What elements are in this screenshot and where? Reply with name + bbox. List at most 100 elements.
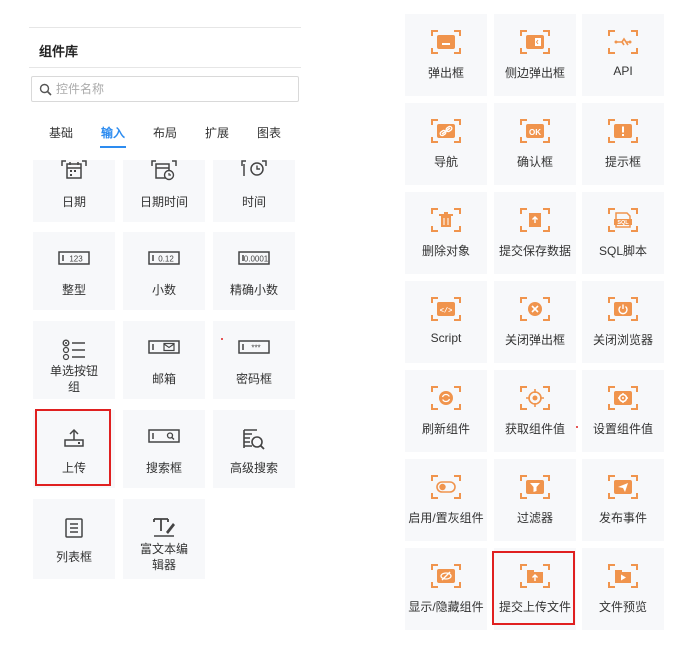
tab-basic[interactable]: 基础 [49, 124, 73, 141]
action-label: 提交保存数据 [498, 244, 571, 258]
action-label: 文件预览 [598, 600, 647, 614]
script-icon: </> [405, 297, 487, 323]
component-label: 列表框 [55, 550, 92, 564]
tab-chart[interactable]: 图表 [257, 124, 281, 141]
action-label: 关闭弹出框 [504, 333, 565, 347]
marker-dot [221, 338, 223, 340]
action-tile[interactable]: 过滤器 [494, 459, 576, 541]
action-tile[interactable]: 关闭弹出框 [494, 281, 576, 363]
active-tab-indicator [100, 146, 126, 148]
gear-icon [582, 386, 664, 412]
search-input[interactable] [56, 80, 286, 98]
panel-title: 组件库 [39, 44, 79, 59]
action-label: 侧边弹出框 [504, 66, 565, 80]
sql-icon: SQL [582, 208, 664, 234]
component-tile[interactable]: 123 整型 [33, 232, 115, 310]
search-field-icon [123, 428, 205, 452]
marker-dot [576, 426, 578, 428]
action-tile[interactable]: 侧边弹出框 [494, 14, 576, 96]
component-label: 搜索框 [145, 461, 182, 475]
action-tile[interactable]: 启用/置灰组件 [405, 459, 487, 541]
component-tile[interactable]: 日期 [33, 160, 115, 222]
svg-text:OK: OK [529, 128, 541, 137]
action-tile[interactable]: </> Script [405, 281, 487, 363]
component-tile[interactable]: 搜索框 [123, 410, 205, 488]
divider [29, 27, 301, 28]
submit-save-icon [494, 208, 576, 234]
api-icon [582, 30, 664, 56]
component-tile[interactable]: 时间 [213, 160, 295, 222]
action-tile[interactable]: 提示框 [582, 103, 664, 185]
action-tile[interactable]: 显示/隐藏组件 [405, 548, 487, 630]
component-tile[interactable]: 上传 [33, 410, 115, 488]
clock-icon [213, 160, 295, 184]
component-label: 高级搜索 [229, 461, 278, 475]
action-tile[interactable]: 刷新组件 [405, 370, 487, 452]
component-label: 单选按钮组 [49, 364, 98, 394]
action-tile[interactable]: 发布事件 [582, 459, 664, 541]
submit-upload-icon [494, 564, 576, 590]
action-tile[interactable]: 删除对象 [405, 192, 487, 274]
action-tile[interactable]: 提交保存数据 [494, 192, 576, 274]
action-label: 提示框 [604, 155, 641, 169]
component-tile[interactable]: 高级搜索 [213, 410, 295, 488]
decimal-field-icon: 0.12 [123, 250, 205, 274]
divider [29, 67, 301, 68]
component-label: 上传 [61, 461, 86, 475]
component-label: 密码框 [235, 372, 272, 386]
search-box[interactable] [31, 76, 299, 102]
component-tile[interactable]: 日期时间 [123, 160, 205, 222]
svg-text:</>: </> [440, 308, 453, 316]
power-icon [582, 297, 664, 323]
link-icon [405, 119, 487, 145]
popup-icon [405, 30, 487, 56]
component-label: 富文本编辑器 [139, 542, 188, 572]
component-label: 日期 [61, 195, 86, 209]
action-tile[interactable]: 设置组件值 [582, 370, 664, 452]
svg-text:0.0001: 0.0001 [244, 255, 269, 264]
component-tile[interactable]: *** 密码框 [213, 321, 295, 399]
action-label: 提交上传文件 [498, 600, 571, 614]
component-tile[interactable]: 邮箱 [123, 321, 205, 399]
action-label: 显示/隐藏组件 [408, 600, 484, 614]
component-tile[interactable]: 0.12 小数 [123, 232, 205, 310]
action-tile[interactable]: OK 确认框 [494, 103, 576, 185]
component-label: 整型 [61, 283, 86, 297]
action-tile[interactable]: 弹出框 [405, 14, 487, 96]
action-tile[interactable]: 获取组件值 [494, 370, 576, 452]
action-label: API [613, 64, 633, 78]
trash-icon [405, 208, 487, 234]
action-tile[interactable]: 关闭浏览器 [582, 281, 664, 363]
tab-input[interactable]: 输入 [101, 124, 125, 141]
action-label: 导航 [433, 155, 458, 169]
action-label: 启用/置灰组件 [408, 511, 484, 525]
refresh-icon [405, 386, 487, 412]
action-tile[interactable]: SQL SQL脚本 [582, 192, 664, 274]
component-label: 日期时间 [139, 195, 188, 209]
tab-layout[interactable]: 布局 [153, 124, 177, 141]
upload-icon [33, 428, 115, 452]
component-label: 邮箱 [151, 372, 176, 386]
component-tile[interactable]: 富文本编辑器 [123, 499, 205, 579]
search-icon [39, 83, 52, 96]
svg-text:0.12: 0.12 [158, 255, 174, 264]
action-label: SQL脚本 [598, 244, 647, 258]
toggle-icon [405, 475, 487, 501]
action-tile[interactable]: 文件预览 [582, 548, 664, 630]
action-label: 过滤器 [516, 511, 553, 525]
component-tile[interactable]: 单选按钮组 [33, 321, 115, 399]
category-tabs: 基础 输入 布局 扩展 图表 [29, 122, 301, 152]
action-tile[interactable]: API [582, 14, 664, 96]
integer-field-icon: 123 [33, 250, 115, 274]
svg-text:123: 123 [69, 255, 83, 264]
component-label: 精确小数 [229, 283, 278, 297]
component-tile[interactable]: 列表框 [33, 499, 115, 579]
advanced-search-icon [213, 428, 295, 452]
component-tile[interactable]: 0.0001 精确小数 [213, 232, 295, 310]
svg-text:SQL: SQL [617, 220, 629, 226]
tab-extension[interactable]: 扩展 [205, 124, 229, 141]
action-tile[interactable]: 导航 [405, 103, 487, 185]
action-tile[interactable]: 提交上传文件 [494, 548, 576, 630]
alert-icon [582, 119, 664, 145]
component-label: 小数 [151, 283, 176, 297]
